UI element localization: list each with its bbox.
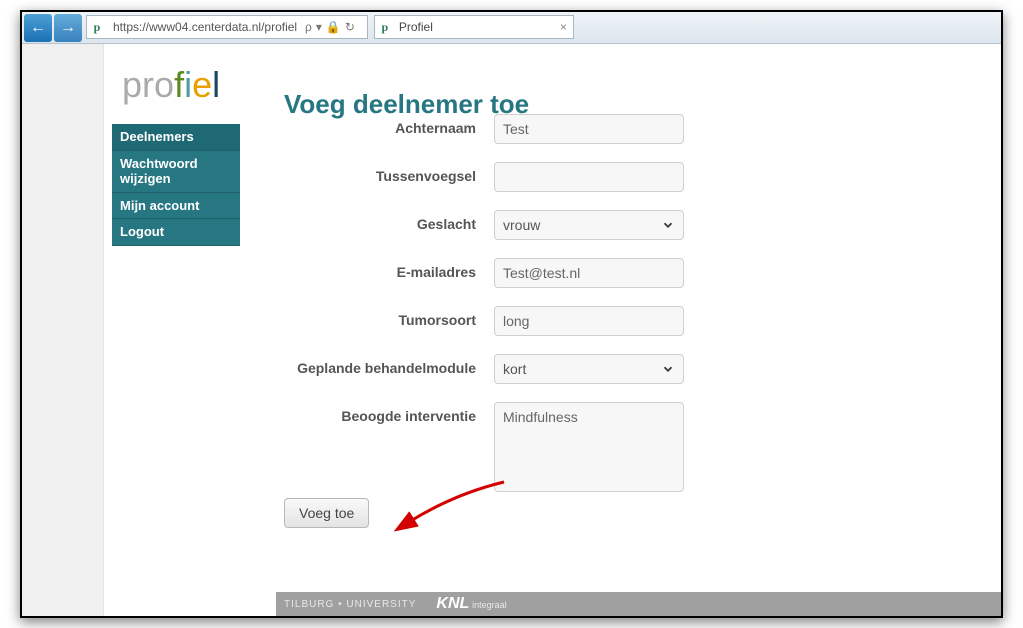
sidebar: Deelnemers Wachtwoord wijzigen Mijn acco… [112,124,240,246]
chevron-down-icon [661,362,675,376]
tab-title: Profiel [395,20,433,34]
site-favicon: p [87,20,107,35]
logo-char: f [174,64,184,105]
label-geslacht: Geslacht [284,210,494,232]
content-area: profiel Deelnemers Wachtwoord wijzigen M… [104,44,1001,616]
geslacht-select[interactable]: vrouw [494,210,684,240]
logo-char: r [142,64,154,105]
chevron-down-icon [661,218,675,232]
sidebar-item-label: Deelnemers [120,129,194,144]
logo-char: o [154,64,174,105]
label-behandelmodule: Geplande behandelmodule [284,354,494,376]
nav-back-button[interactable]: ← [24,14,52,42]
add-participant-form: Achternaam Tussenvoegsel Geslacht vrouw [284,114,961,515]
address-bar[interactable]: p https://www04.centerdata.nl/profiel/te… [86,15,368,39]
submit-button[interactable]: Voeg toe [284,498,369,528]
page: profiel Deelnemers Wachtwoord wijzigen M… [22,44,1001,616]
sidebar-item-mijn-account[interactable]: Mijn account [112,193,240,220]
address-icons[interactable]: ρ▾🔒↻ [297,20,367,34]
select-value: vrouw [503,217,540,233]
browser-chrome: ← → p https://www04.centerdata.nl/profie… [22,12,1001,44]
logo-char: e [192,64,212,105]
refresh-icon: ↻ [345,20,359,34]
arrow-left-icon: ← [30,19,46,37]
label-tussenvoegsel: Tussenvoegsel [284,162,494,184]
sidebar-item-logout[interactable]: Logout [112,219,240,246]
logo-char: l [212,64,220,105]
left-gutter [22,44,104,616]
sidebar-item-wachtwoord[interactable]: Wachtwoord wijzigen [112,151,240,193]
nav-forward-button[interactable]: → [54,14,82,42]
address-text: https://www04.centerdata.nl/profiel/tes [107,20,297,34]
sidebar-item-label: Mijn account [120,198,199,213]
tussenvoegsel-field[interactable] [494,162,684,192]
tab-favicon: p [375,20,395,35]
sidebar-item-deelnemers[interactable]: Deelnemers [112,124,240,151]
label-interventie: Beoogde interventie [284,402,494,424]
interventie-field[interactable] [494,402,684,492]
label-email: E-mailadres [284,258,494,280]
footer-brand: KNL [436,595,469,612]
screenshot-frame: ← → p https://www04.centerdata.nl/profie… [20,10,1003,618]
browser-tab[interactable]: p Profiel × [374,15,574,39]
achternaam-field[interactable] [494,114,684,144]
search-icon: ρ [305,20,316,34]
footer-sub: integraal [472,600,507,610]
sidebar-item-label: Logout [120,224,164,239]
submit-label: Voeg toe [299,505,354,521]
page-footer: TILBURG • UNIVERSITY KNL integraal [276,592,1001,616]
app-logo: profiel [122,64,220,106]
arrow-right-icon: → [60,19,76,37]
label-achternaam: Achternaam [284,114,494,136]
footer-left: TILBURG • UNIVERSITY [284,599,416,610]
email-field[interactable] [494,258,684,288]
logo-char: p [122,64,142,105]
close-icon[interactable]: × [560,20,567,34]
sidebar-item-label: Wachtwoord wijzigen [120,156,198,187]
tumorsoort-field[interactable] [494,306,684,336]
select-value: kort [503,361,526,377]
lock-icon: 🔒 [326,20,345,34]
dropdown-icon: ▾ [316,20,326,34]
behandelmodule-select[interactable]: kort [494,354,684,384]
logo-char: i [184,64,192,105]
label-tumorsoort: Tumorsoort [284,306,494,328]
